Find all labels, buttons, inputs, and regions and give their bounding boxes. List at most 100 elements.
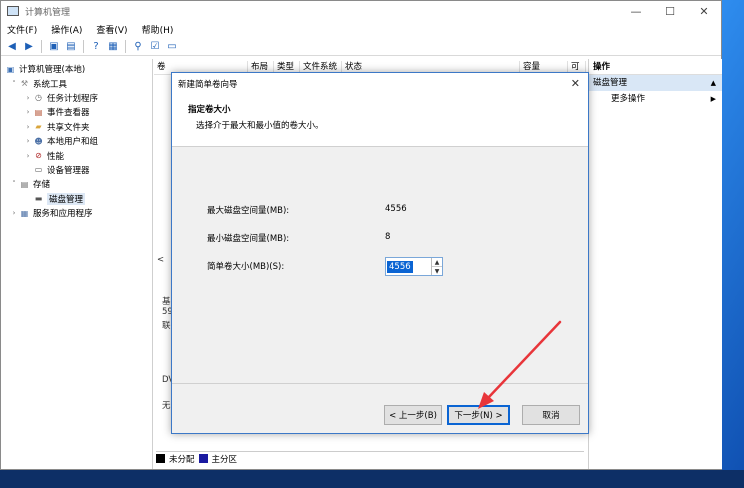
tree-item-label: 磁盘管理 xyxy=(47,192,86,205)
disk-icon: ▬ xyxy=(34,194,43,204)
tree-item-event-viewer[interactable]: › ▤ 事件查看器 xyxy=(1,105,152,119)
min-space-label: 最小磁盘空间量(MB): xyxy=(207,234,290,244)
menu-help[interactable]: 帮助(H) xyxy=(142,23,174,36)
next-button[interactable]: 下一步(N) > xyxy=(447,405,510,425)
primary-partition-swatch xyxy=(198,454,208,463)
wizard-subheading: 选择介于最大和最小值的卷大小。 xyxy=(196,121,324,131)
chevron-down-icon[interactable]: ˅ xyxy=(9,80,19,88)
wizard-heading: 指定卷大小 xyxy=(188,105,231,115)
list-view-icon[interactable]: ▭ xyxy=(165,40,179,53)
services-icon: ▦ xyxy=(20,208,29,218)
toolbar-separator xyxy=(41,40,42,53)
cancel-button[interactable]: 取消 xyxy=(522,405,580,425)
tree-item-performance[interactable]: › ⊘ 性能 xyxy=(1,148,152,162)
folder-icon: ▰ xyxy=(35,122,42,132)
toolbar-separator xyxy=(125,40,126,53)
menu-view[interactable]: 查看(V) xyxy=(96,23,127,36)
legend-unallocated: 未分配 xyxy=(169,454,195,465)
event-icon: ▤ xyxy=(34,107,43,117)
min-space-value: 8 xyxy=(385,232,391,242)
checklist-icon[interactable]: ☑ xyxy=(148,40,162,53)
spin-up-icon[interactable]: ▲ xyxy=(432,258,442,267)
actions-section-disk-management[interactable]: 磁盘管理 ▲ xyxy=(589,75,722,91)
show-tree-icon[interactable]: ▤ xyxy=(64,40,78,53)
actions-section-label: 磁盘管理 xyxy=(593,78,628,88)
tree-item-device-manager[interactable]: ▭ 设备管理器 xyxy=(1,163,152,177)
chevron-right-icon[interactable]: › xyxy=(23,123,33,131)
window-controls: — ☐ ✕ xyxy=(619,1,721,21)
tree-item-label: 本地用户和组 xyxy=(47,137,99,148)
back-arrow-icon[interactable]: ◀ xyxy=(5,40,19,53)
wizard-divider xyxy=(172,383,588,384)
actions-header: 操作 xyxy=(589,59,722,75)
tree-item-services-applications[interactable]: › ▦ 服务和应用程序 xyxy=(1,206,152,220)
tree-item-label: 存储 xyxy=(33,180,51,191)
chevron-right-icon[interactable]: › xyxy=(23,94,33,102)
maximize-button[interactable]: ☐ xyxy=(653,1,687,21)
connect-icon[interactable]: ⚲ xyxy=(131,40,145,53)
wizard-title-bar[interactable]: 新建简单卷向导 ✕ xyxy=(172,73,588,95)
max-space-value: 4556 xyxy=(385,204,407,214)
tree-item-label: 计算机管理(本地) xyxy=(19,65,86,76)
tree-item-task-scheduler[interactable]: › ◷ 任务计划程序 xyxy=(1,91,152,105)
chevron-right-icon[interactable]: › xyxy=(9,209,19,217)
partition-legend: 未分配 主分区 xyxy=(156,451,584,465)
wizard-header: 指定卷大小 选择介于最大和最小值的卷大小。 xyxy=(172,95,588,147)
spin-buttons: ▲ ▼ xyxy=(431,258,442,275)
storage-icon: ▤ xyxy=(20,179,29,189)
unallocated-swatch xyxy=(156,454,165,463)
tree-item-system-tools[interactable]: ˅ ⚒ 系统工具 xyxy=(1,76,152,90)
tree-item-label: 性能 xyxy=(47,151,65,162)
wizard-close-icon[interactable]: ✕ xyxy=(571,77,580,90)
volume-size-input[interactable]: 4556 xyxy=(386,258,431,275)
max-space-label: 最大磁盘空间量(MB): xyxy=(207,206,290,216)
console-tree: ▣ 计算机管理(本地) ˅ ⚒ 系统工具 › ◷ 任务计划程序 › ▤ 事件查看… xyxy=(1,59,153,469)
tree-item-label: 服务和应用程序 xyxy=(33,209,93,220)
tree-item-label: 事件查看器 xyxy=(47,108,90,119)
title-bar[interactable]: 计算机管理 — ☐ ✕ xyxy=(1,1,721,21)
tree-item-computer-management[interactable]: ▣ 计算机管理(本地) xyxy=(1,62,152,76)
scroll-left-arrow[interactable]: < xyxy=(157,255,164,265)
more-actions-item[interactable]: 更多操作 ▶ xyxy=(589,91,722,107)
spin-down-icon[interactable]: ▼ xyxy=(432,267,442,275)
tree-item-local-users[interactable]: › ☻ 本地用户和组 xyxy=(1,134,152,148)
actions-pane: 操作 磁盘管理 ▲ 更多操作 ▶ xyxy=(588,59,722,469)
dvd-media-fragment: 无 xyxy=(162,401,171,411)
chevron-right-icon[interactable]: › xyxy=(23,152,33,160)
new-simple-volume-wizard: 新建简单卷向导 ✕ 指定卷大小 选择介于最大和最小值的卷大小。 最大磁盘空间量(… xyxy=(171,72,589,434)
disk-status-fragment: 联 xyxy=(162,321,171,331)
back-button[interactable]: < 上一步(B) xyxy=(384,405,442,425)
window-title: 计算机管理 xyxy=(25,7,71,18)
app-icon xyxy=(7,6,19,16)
properties-icon[interactable]: ▦ xyxy=(106,40,120,53)
up-folder-icon[interactable]: ▣ xyxy=(47,40,61,53)
tools-icon: ⚒ xyxy=(20,79,29,89)
legend-primary: 主分区 xyxy=(211,454,238,465)
volume-size-value: 4556 xyxy=(387,260,413,273)
disk-label-fragment: 基 xyxy=(162,297,171,307)
performance-icon: ⊘ xyxy=(35,151,42,161)
help-icon[interactable]: ? xyxy=(89,40,103,53)
users-icon: ☻ xyxy=(34,136,43,146)
caret-up-icon[interactable]: ▲ xyxy=(711,75,716,91)
tree-item-label: 任务计划程序 xyxy=(47,93,99,104)
menu-action[interactable]: 操作(A) xyxy=(51,23,82,36)
tree-item-storage[interactable]: ˅ ▤ 存储 xyxy=(1,177,152,191)
chevron-right-icon[interactable]: › xyxy=(23,108,33,116)
forward-arrow-icon[interactable]: ▶ xyxy=(22,40,36,53)
chevron-down-icon[interactable]: ˅ xyxy=(9,180,19,188)
menu-file[interactable]: 文件(F) xyxy=(7,23,37,36)
chevron-right-icon[interactable]: › xyxy=(23,137,33,145)
tree-item-shared-folders[interactable]: › ▰ 共享文件夹 xyxy=(1,120,152,134)
tree-item-disk-management[interactable]: ▬ 磁盘管理 xyxy=(1,192,152,206)
volume-size-label: 简单卷大小(MB)(S): xyxy=(207,262,285,272)
volume-size-stepper[interactable]: 4556 ▲ ▼ xyxy=(385,257,443,276)
more-actions-label: 更多操作 xyxy=(611,94,646,104)
caret-right-icon: ▶ xyxy=(710,95,716,103)
tree-item-label: 设备管理器 xyxy=(47,165,90,176)
tree-item-label: 共享文件夹 xyxy=(47,122,90,133)
close-button[interactable]: ✕ xyxy=(687,1,721,21)
minimize-button[interactable]: — xyxy=(619,1,653,21)
computer-icon: ▣ xyxy=(6,64,15,74)
wizard-title: 新建简单卷向导 xyxy=(178,80,238,90)
